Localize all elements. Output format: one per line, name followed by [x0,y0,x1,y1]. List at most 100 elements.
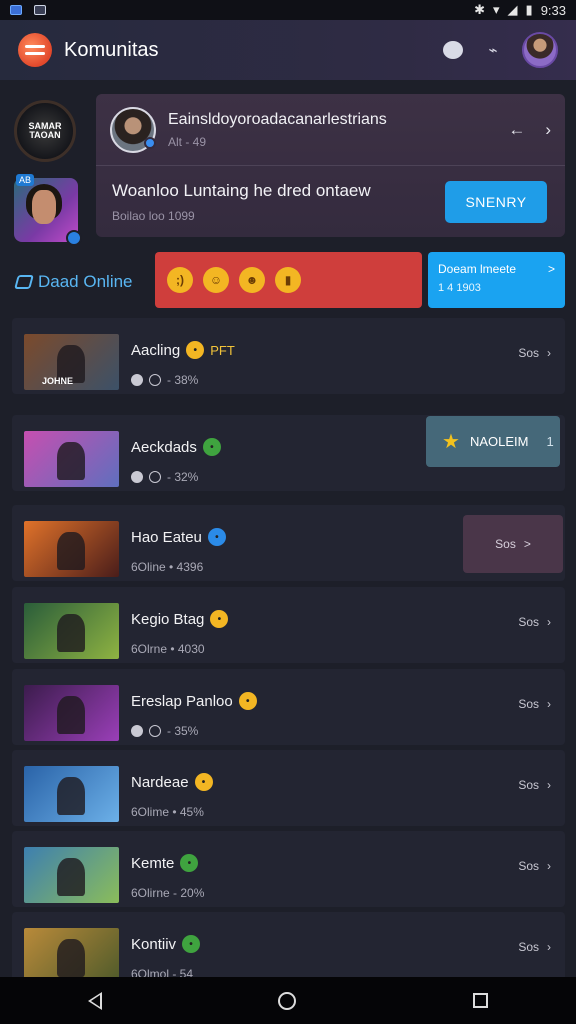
status-bar: ✱ ▾ ◢ ▮ 9:33 [0,0,576,20]
list-item-subtitle-row: 6Olime • 45% [131,805,204,819]
list-item-title-row: Kegio Btag • [131,610,229,628]
list-item-action[interactable]: Sos › [518,940,551,954]
list-item-title-row: Aacling • PFT [131,341,235,359]
highlight-action-button[interactable]: Sos > [463,515,563,573]
list-item-action-label: Sos [518,859,539,873]
list-item-action-label: Sos [518,615,539,629]
recent-apps-icon[interactable] [472,993,488,1008]
list-item-title-row: Nardeae • [131,773,213,791]
list-item-title: Nardeae [131,773,189,791]
chevron-right-icon[interactable]: › [545,120,551,140]
emoji-smile-icon[interactable]: ☺ [203,267,229,293]
list-item[interactable]: Nardeae • 6Olime • 45% Sos › [12,750,565,826]
promo-sub: 1 4 1903 [438,282,481,294]
avatar-tag: AB [16,174,35,186]
list-item-action-label: Sos [518,697,539,711]
highlight-action-label: Sos [495,537,516,551]
home-icon[interactable] [278,991,297,1010]
chevron-right-icon: › [547,697,551,711]
list-item-title-row: Kontiiv • [131,935,201,953]
feature-name: Eainsldoyoroadacanarlestrians [168,110,387,128]
feature-avatar[interactable] [110,106,156,153]
list-item-thumbnail [24,766,119,822]
list-item-title-row: Hao Eateu • [131,528,226,546]
list-item-action[interactable]: Sos › [518,697,551,711]
thumbnail-label: JOHNE [42,376,74,386]
list-item-title: Aeckdads [131,438,197,456]
chevron-right-icon: › [547,859,551,873]
chevron-right-icon: > [523,537,531,551]
bluetooth-icon: ✱ [474,2,485,17]
share-button[interactable]: ⌁ [482,39,504,61]
list-item[interactable]: Kemte • 6Olirne - 20% Sos › [12,831,565,907]
list-item-action[interactable]: Sos › [518,615,551,629]
list-item-thumbnail [24,431,119,487]
list-item-subtitle: 6Oline • 4396 [131,560,204,574]
list-item-subtitle-row: 6Olirne - 20% [131,886,204,900]
status-emoji-icon: • [182,935,201,953]
list-item-subtitle-row: 6Oline • 4396 [131,560,203,574]
record-icon [131,374,143,386]
back-icon[interactable] [88,991,103,1010]
list-item-action[interactable]: Sos › [518,859,551,873]
list-item[interactable]: Ereslap Panloo • - 35% Sos › [12,669,565,745]
list-item-subtitle-row: - 38% [131,373,198,387]
list-item-thumbnail [24,685,119,741]
status-emoji-icon: • [194,773,213,791]
online-label: Daad Online [38,272,133,291]
avatar-badge-icon [66,230,82,246]
status-emoji-icon: • [210,610,229,628]
list-item-subtitle: 6Olrne • 4030 [131,642,205,656]
profile-avatar[interactable] [522,32,558,68]
feature-message: Woanloo Luntaing he dred ontaew [112,180,371,200]
promo-card[interactable]: Doeam lmeete > 1 4 1903 [428,252,565,308]
emoji-battery-icon[interactable]: ▮ [275,267,301,293]
menu-logo-icon[interactable] [18,33,52,67]
chat-button[interactable] [442,39,464,61]
list-item-title: Kontiiv [131,935,177,953]
online-filter[interactable]: Daad Online [14,272,133,292]
feature-message-sub: Boilao loo 1099 [112,208,195,223]
online-dot-icon [144,136,156,149]
list-item-subtitle: - 35% [167,724,199,738]
list-item-title: Hao Eateu [131,528,202,546]
record-icon [131,725,143,737]
clock-icon [149,471,161,483]
app-bar: Komunitas ⌁ [0,20,576,80]
list-item-thumbnail: JOHNE [24,334,119,390]
emoji-grin-icon[interactable]: ☻ [239,267,265,293]
chevron-right-icon: › [547,778,551,792]
favorite-count: 1 [546,434,554,449]
wifi-icon: ▾ [493,2,500,17]
online-icon [14,275,34,289]
list-item[interactable]: Kegio Btag • 6Olrne • 4030 Sos › [12,587,565,663]
list-item-title: Aacling [131,341,181,359]
list-item-title-row: Kemte • [131,854,199,872]
list-item-action-label: Sos [518,778,539,792]
list-item[interactable]: JOHNE Aacling • PFT - 38% Sos › [12,318,565,394]
list-item-subtitle-row: - 35% [131,724,198,738]
favorite-label: NAOLEIM [469,434,529,449]
list-item-action[interactable]: Sos › [518,346,551,360]
arrow-left-icon[interactable]: ← [508,120,525,140]
list-item-badge: PFT [210,342,235,358]
feature-card: Eainsldoyoroadacanarlestrians Alt - 49 ←… [96,94,565,237]
clock-icon [149,725,161,737]
list-item-title: Kemte [131,854,175,872]
status-time: 9:33 [540,2,566,18]
feature-action-button[interactable]: SNENRY [445,180,547,223]
user-avatar[interactable]: AB [14,174,82,246]
list-item-thumbnail [24,521,119,577]
status-emoji-icon: • [207,528,226,546]
list-item-thumbnail [24,847,119,903]
community-avatar[interactable]: SAMAR TAOAN [14,100,76,162]
favorite-button[interactable]: ★ NAOLEIM 1 [426,416,560,467]
status-emoji-icon: • [180,854,199,872]
list-item-thumbnail [24,603,119,659]
list-item-title-row: Ereslap Panloo • [131,692,257,710]
list-item-action[interactable]: Sos › [518,778,551,792]
clock-icon [149,374,161,386]
reaction-bar: ;) ☺ ☻ ▮ [155,252,422,308]
feature-sub: Alt - 49 [168,134,207,149]
emoji-wink-icon[interactable]: ;) [167,267,193,293]
